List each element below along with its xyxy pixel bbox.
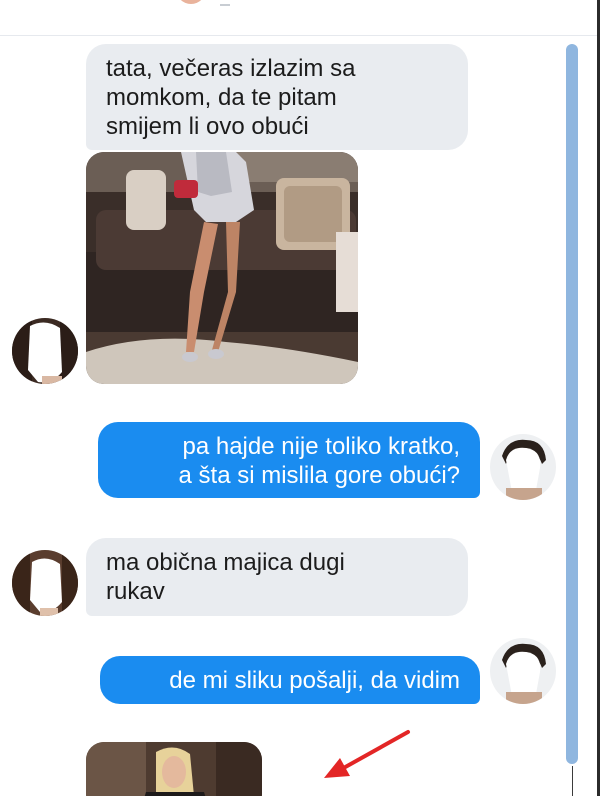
header-avatar: [176, 0, 206, 4]
chat-header-strip: [0, 0, 600, 36]
message-text-line: a šta si mislila gore obući?: [178, 462, 460, 489]
red-arrow-icon: [324, 730, 410, 778]
message-text-line: smijem li ovo obući: [106, 113, 309, 140]
message-text-line: pa hajde nije toliko kratko,: [182, 433, 461, 460]
shirt-photo[interactable]: [86, 742, 262, 796]
scrollbar-thumb[interactable]: [566, 44, 578, 764]
header-name-fragment: [220, 0, 230, 6]
sender-avatar[interactable]: [12, 318, 78, 384]
message-text-line: tata, večeras izlazim sa: [106, 55, 356, 82]
scrollbar-line: [572, 766, 573, 796]
outfit-photo[interactable]: [86, 152, 358, 384]
outgoing-message-bubble[interactable]: pa hajde nije toliko kratko, a šta si mi…: [98, 422, 480, 498]
message-text-line: momkom, da te pitam: [106, 84, 337, 111]
incoming-message-bubble[interactable]: ma obična majica dugi rukav: [86, 538, 468, 616]
incoming-message-bubble[interactable]: tata, večeras izlazim sa momkom, da te p…: [86, 44, 468, 150]
message-text-line: ma obična majica dugi: [106, 549, 345, 576]
message-text-line: de mi sliku pošalji, da vidim: [169, 667, 460, 694]
outgoing-message-bubble[interactable]: de mi sliku pošalji, da vidim: [100, 656, 480, 704]
receiver-avatar[interactable]: [490, 638, 556, 704]
receiver-avatar[interactable]: [490, 434, 556, 500]
message-text-line: rukav: [106, 578, 165, 605]
sender-avatar[interactable]: [12, 550, 78, 616]
